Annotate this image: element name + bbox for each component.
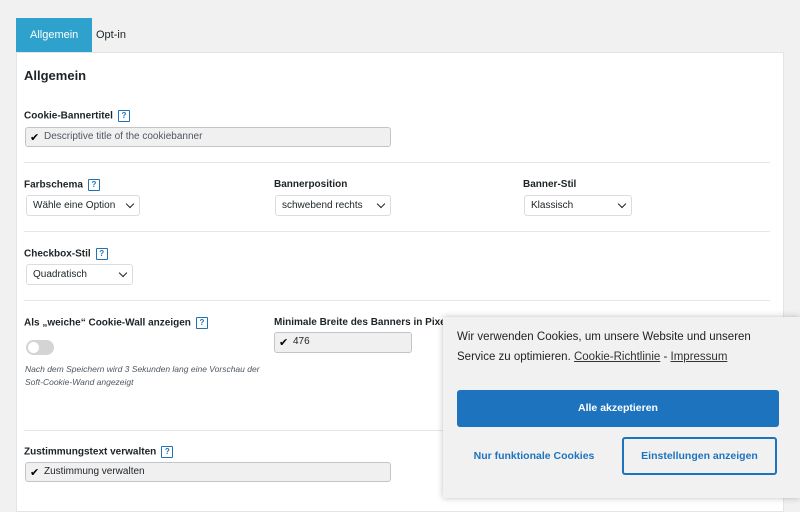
accept-all-button[interactable]: Alle akzeptieren xyxy=(457,390,779,427)
banner-style-label: Banner-Stil xyxy=(523,179,577,190)
checkmark-icon: ✔ xyxy=(30,132,40,144)
min-width-input[interactable]: ✔ 476 xyxy=(274,332,412,353)
show-settings-button[interactable]: Einstellungen anzeigen xyxy=(622,437,777,475)
banner-title-label: Cookie-Bannertitel? xyxy=(24,110,130,122)
consent-text-input[interactable]: ✔ Zustimmung verwalten xyxy=(25,462,391,482)
toggle-knob xyxy=(28,342,39,353)
chevron-down-icon xyxy=(617,199,627,209)
checkbox-style-label-text: Checkbox-Stil xyxy=(24,248,91,260)
consent-text-value: Zustimmung verwalten xyxy=(44,466,145,477)
chevron-down-icon xyxy=(125,199,135,209)
banner-position-select[interactable]: schwebend rechts xyxy=(275,195,391,216)
banner-style-select[interactable]: Klassisch xyxy=(524,195,632,216)
settings-tab-bar: Allgemein Opt-in xyxy=(16,18,784,53)
color-scheme-label-text: Farbschema xyxy=(24,179,83,191)
divider xyxy=(24,162,770,163)
cookie-banner: Wir verwenden Cookies, um unsere Website… xyxy=(443,317,800,498)
consent-text-label: Zustimmungstext verwalten? xyxy=(24,446,174,458)
checkbox-style-value: Quadratisch xyxy=(33,269,87,280)
checkbox-style-label: Checkbox-Stil? xyxy=(24,248,108,260)
help-icon[interactable]: ? xyxy=(95,248,108,260)
checkbox-style-select[interactable]: Quadratisch xyxy=(26,264,133,285)
functional-only-button[interactable]: Nur funktionale Cookies xyxy=(457,437,611,475)
chevron-down-icon xyxy=(118,268,128,278)
consent-text-label-text: Zustimmungstext verwalten xyxy=(24,446,157,458)
link-separator: - xyxy=(663,351,668,363)
cookie-policy-link[interactable]: Cookie-Richtlinie xyxy=(574,351,660,363)
color-scheme-select[interactable]: Wähle eine Option xyxy=(26,195,140,216)
color-scheme-label: Farbschema? xyxy=(24,179,100,191)
min-width-label: Minimale Breite des Banners in Pixeln xyxy=(274,317,455,328)
tab-opt-in[interactable]: Opt-in xyxy=(82,18,140,52)
banner-title-placeholder: Descriptive title of the cookiebanner xyxy=(44,131,203,142)
imprint-link[interactable]: Impressum xyxy=(671,351,728,363)
soft-cookie-wall-note: Nach dem Speichern wird 3 Sekunden lang … xyxy=(25,364,260,387)
help-icon[interactable]: ? xyxy=(161,446,174,458)
color-scheme-value: Wähle eine Option xyxy=(33,200,116,211)
soft-cookie-wall-label: Als „weiche“ Cookie-Wall anzeigen? xyxy=(24,317,208,329)
banner-title-input[interactable]: ✔ Descriptive title of the cookiebanner xyxy=(25,127,391,147)
cookie-message: Wir verwenden Cookies, um unsere Website… xyxy=(457,327,787,367)
banner-style-value: Klassisch xyxy=(531,200,574,211)
banner-position-value: schwebend rechts xyxy=(282,200,363,211)
min-width-value: 476 xyxy=(293,336,310,347)
soft-cookie-wall-label-text: Als „weiche“ Cookie-Wall anzeigen xyxy=(24,317,191,329)
help-icon[interactable]: ? xyxy=(195,317,208,329)
banner-title-label-text: Cookie-Bannertitel xyxy=(24,110,113,122)
banner-position-label: Bannerposition xyxy=(274,179,348,190)
soft-cookie-wall-toggle[interactable] xyxy=(26,340,54,355)
divider xyxy=(24,231,770,232)
section-title: Allgemein xyxy=(24,68,87,83)
divider xyxy=(24,300,770,301)
tab-allgemein[interactable]: Allgemein xyxy=(16,18,93,52)
checkmark-icon: ✔ xyxy=(30,467,40,479)
help-icon[interactable]: ? xyxy=(117,110,130,122)
chevron-down-icon xyxy=(376,199,386,209)
checkmark-icon: ✔ xyxy=(279,337,289,349)
help-icon[interactable]: ? xyxy=(87,179,100,191)
